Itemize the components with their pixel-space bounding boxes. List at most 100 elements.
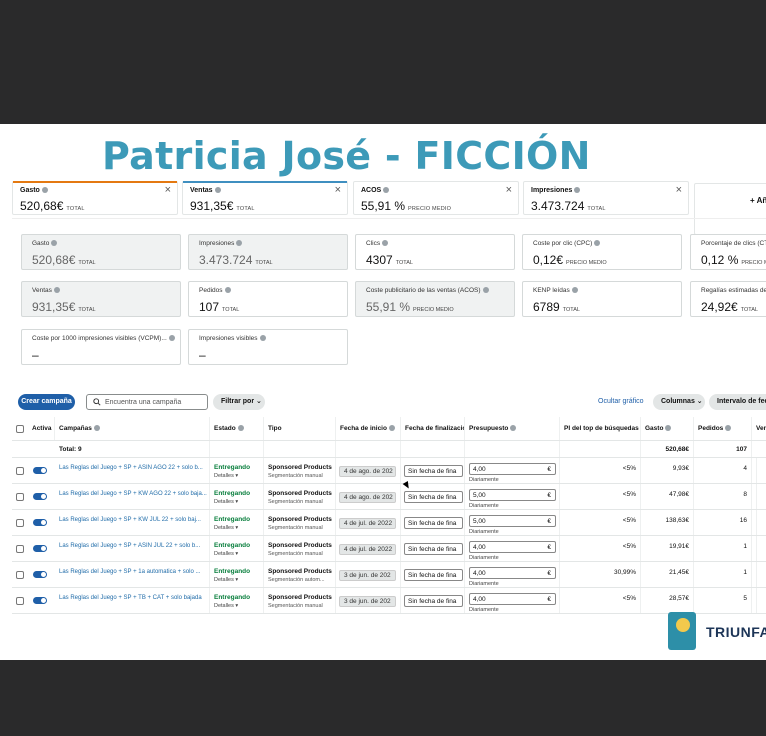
column-header[interactable]: Fecha de finalización (401, 417, 465, 440)
metric-card-2[interactable]: Clics 4307 TOTAL (355, 234, 515, 270)
active-toggle[interactable] (33, 519, 47, 526)
budget-input[interactable]: 4,00 € (469, 541, 556, 553)
budget-cell: 4,00 € Diariamente (465, 536, 560, 561)
metric-card-unit: TOTAL (78, 307, 96, 313)
column-header[interactable]: Campañas (55, 417, 210, 440)
column-header[interactable]: Pedidos (694, 417, 752, 440)
metric-tab-0[interactable]: Gasto 520,68€ TOTAL × (12, 181, 178, 215)
end-date-input[interactable]: Sin fecha de fina (404, 465, 463, 477)
metric-card-1[interactable]: Impresiones 3.473.724 TOTAL (188, 234, 348, 270)
budget-input[interactable]: 5,00 € (469, 489, 556, 501)
details-dropdown[interactable]: Detalles ▾ (210, 523, 263, 531)
metric-tab-label-text: Gasto (20, 187, 40, 194)
close-icon[interactable]: × (506, 184, 512, 196)
end-date-input[interactable]: Sin fecha de fina (404, 491, 463, 503)
metric-card-value: – (199, 348, 206, 362)
metric-card-10[interactable]: Coste por 1000 impresiones visibles (VCP… (21, 329, 181, 365)
date-range-button[interactable]: Intervalo de fech (709, 394, 766, 410)
active-toggle[interactable] (33, 545, 47, 552)
budget-input[interactable]: 5,00 € (469, 515, 556, 527)
row-checkbox[interactable] (16, 545, 24, 553)
hide-chart-link[interactable]: Ocultar gráfico (598, 398, 644, 405)
row-checkbox[interactable] (16, 493, 24, 501)
end-date-input[interactable]: Sin fecha de fina (404, 595, 463, 607)
metric-card-value-text: 4307 (366, 253, 393, 267)
budget-input[interactable]: 4,00 € (469, 593, 556, 605)
spend-cell: 138,63€ (641, 510, 694, 535)
type-cell: Sponsored Products Segmentación manual (264, 484, 336, 509)
column-header[interactable]: Estado (210, 417, 264, 440)
info-icon (388, 425, 395, 432)
details-dropdown[interactable]: Detalles ▾ (210, 601, 263, 609)
campaign-name[interactable]: Las Reglas del Juego + SP + 1a automatic… (55, 562, 210, 587)
budget-frequency: Diariamente (469, 607, 499, 613)
metric-card-9[interactable]: Regalías estimadas de 24,92€ TOTAL (690, 281, 766, 317)
metric-card-0[interactable]: Gasto 520,68€ TOTAL (21, 234, 181, 270)
metric-tab-label-text: Impresiones (531, 187, 573, 194)
campaign-name[interactable]: Las Reglas del Juego + SP + TB + CAT + s… (55, 588, 210, 613)
campaign-name[interactable]: Las Reglas del Juego + SP + ASIN AGO 22 … (55, 458, 210, 483)
metric-tab-2[interactable]: ACOS 55,91 % PRECIO MEDIO × (353, 181, 519, 215)
budget-input[interactable]: 4,00 € (469, 463, 556, 475)
column-header[interactable]: PI del top de búsquedas (560, 417, 641, 440)
row-checkbox[interactable] (16, 467, 24, 475)
metric-card-5[interactable]: Ventas 931,35€ TOTAL (21, 281, 181, 317)
end-date-input[interactable]: Sin fecha de fina (404, 569, 463, 581)
campaign-search-input[interactable]: Encuentra una campaña (86, 394, 208, 410)
metric-tab-unit: PRECIO MEDIO (408, 206, 452, 212)
column-header[interactable]: Activa (28, 417, 55, 440)
metric-card-unit: TOTAL (740, 307, 758, 313)
metric-card-7[interactable]: Coste publicitario de las ventas (ACOS) 5… (355, 281, 515, 317)
metric-card-unit: TOTAL (222, 307, 240, 313)
row-checkbox[interactable] (16, 571, 24, 579)
campaign-name[interactable]: Las Reglas del Juego + SP + ASIN JUL 22 … (55, 536, 210, 561)
row-checkbox[interactable] (16, 519, 24, 527)
orders-cell: 1 (694, 562, 752, 587)
active-toggle[interactable] (33, 571, 47, 578)
column-header[interactable]: Fecha de inicio (336, 417, 401, 440)
column-header-label: Gasto (645, 425, 664, 432)
column-header[interactable]: Vent (752, 417, 766, 440)
columns-button[interactable]: Columnas ⌄ (653, 394, 705, 410)
close-icon[interactable]: × (165, 184, 171, 196)
metric-tab-1[interactable]: Ventas 931,35€ TOTAL × (182, 181, 348, 215)
active-toggle[interactable] (33, 493, 47, 500)
campaign-name[interactable]: Las Reglas del Juego + SP + KW AGO 22 + … (55, 484, 210, 509)
metric-card-value-text: 6789 (533, 300, 560, 314)
details-dropdown[interactable]: Detalles ▾ (210, 549, 263, 557)
orders-cell: 8 (694, 484, 752, 509)
metric-card-11[interactable]: Impresiones visibles – (188, 329, 348, 365)
details-dropdown[interactable]: Detalles ▾ (210, 497, 263, 505)
select-all-checkbox[interactable] (16, 425, 24, 433)
create-campaign-button[interactable]: Crear campaña (18, 394, 75, 410)
column-header[interactable]: Presupuesto (465, 417, 560, 440)
campaign-name[interactable]: Las Reglas del Juego + SP + KW JUL 22 + … (55, 510, 210, 535)
budget-input[interactable]: 4,00 € (469, 567, 556, 579)
details-dropdown[interactable]: Detalles ▾ (210, 471, 263, 479)
column-header[interactable]: Tipo (264, 417, 336, 440)
info-icon (93, 425, 100, 432)
info-icon (510, 425, 517, 432)
metric-card-4[interactable]: Porcentaje de clics (CT 0,12 %PRECIO MEDI… (690, 234, 766, 270)
end-date-input[interactable]: Sin fecha de fina (404, 543, 463, 555)
active-toggle[interactable] (33, 597, 47, 604)
row-checkbox[interactable] (16, 597, 24, 605)
active-toggle[interactable] (33, 467, 47, 474)
column-header-label: Campañas (59, 425, 92, 432)
details-dropdown[interactable]: Detalles ▾ (210, 575, 263, 583)
columns-label: Columnas (661, 398, 695, 405)
chevron-down-icon: ⌄ (256, 398, 262, 405)
total-label-text: Total: 9 (59, 446, 82, 453)
close-icon[interactable]: × (335, 184, 341, 196)
budget-frequency: Diariamente (469, 529, 499, 535)
column-header[interactable]: Gasto (641, 417, 694, 440)
metric-tab-3[interactable]: Impresiones 3.473.724 TOTAL × (523, 181, 689, 215)
end-date-input[interactable]: Sin fecha de fina (404, 517, 463, 529)
metric-card-label-text: Gasto (32, 240, 50, 247)
close-icon[interactable]: × (676, 184, 682, 196)
filter-by-button[interactable]: Filtrar por ⌄ (213, 394, 265, 410)
metric-card-3[interactable]: Coste por clic (CPC) 0,12€ PRECIO MEDIO (522, 234, 682, 270)
slide-sheet: Patricia José - FICCIÓN Gasto 520,68€ TOTA… (0, 124, 766, 660)
metric-card-6[interactable]: Pedidos 107 TOTAL (188, 281, 348, 317)
metric-card-8[interactable]: KENP leídas 6789 TOTAL (522, 281, 682, 317)
